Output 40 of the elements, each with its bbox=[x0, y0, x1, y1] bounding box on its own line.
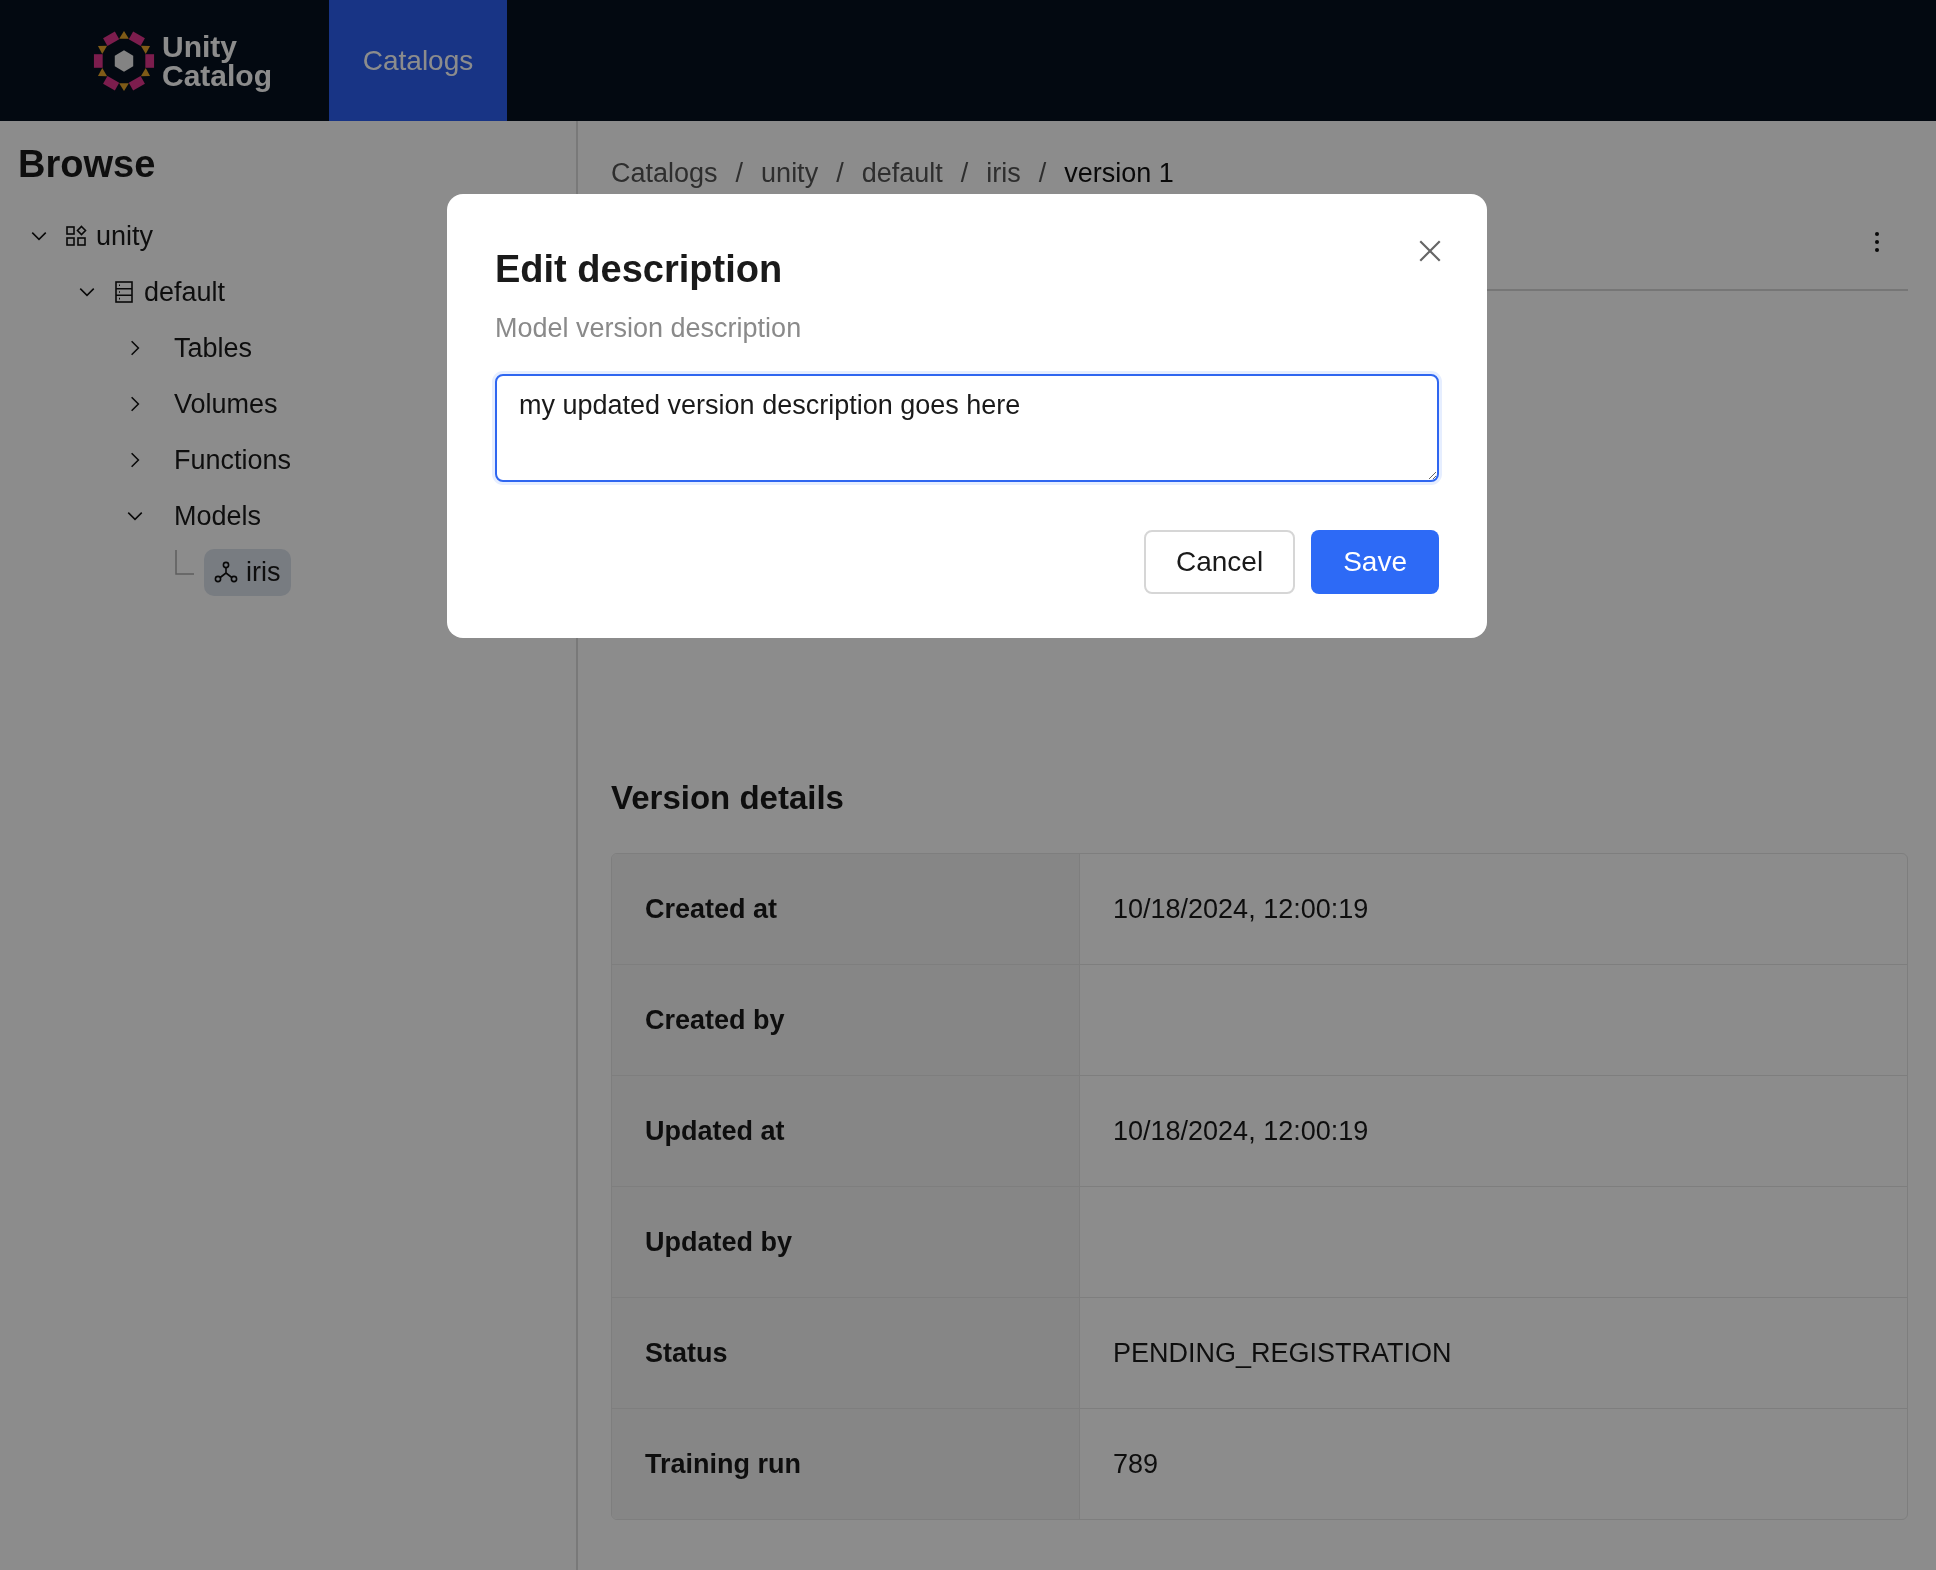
table-cell: Updated at bbox=[612, 1076, 1080, 1186]
nav-tab[interactable]: Catalogs bbox=[329, 0, 507, 121]
table-cell: Created at bbox=[612, 854, 1080, 964]
dialog-title: Edit description bbox=[495, 248, 783, 291]
logo-text: Unity Catalog bbox=[162, 31, 272, 90]
field-label: Model version description bbox=[495, 313, 803, 344]
breadcrumb-link[interactable]: unity bbox=[761, 158, 819, 189]
tree-item[interactable]: default bbox=[110, 272, 234, 312]
table-cell: Created by bbox=[612, 965, 1080, 1075]
cancel-button[interactable]: Cancel bbox=[1144, 530, 1296, 594]
breadcrumb-separator: / bbox=[735, 158, 744, 189]
breadcrumb-link[interactable]: Catalogs bbox=[611, 158, 718, 189]
more-icon[interactable] bbox=[1874, 231, 1880, 253]
tree-item[interactable]: Models bbox=[158, 496, 270, 536]
sidebar-title: Browse bbox=[18, 143, 157, 186]
description-field[interactable]: my updated version description goes here bbox=[495, 374, 1439, 482]
breadcrumb-separator: / bbox=[1038, 158, 1047, 189]
breadcrumb-link[interactable]: default bbox=[861, 158, 943, 189]
close-icon[interactable] bbox=[1417, 238, 1443, 264]
tree-item[interactable]: Tables bbox=[158, 328, 261, 368]
section-title: Version details bbox=[611, 779, 845, 817]
tree-item[interactable]: iris bbox=[204, 548, 291, 596]
table-cell-text: 789 bbox=[1112, 1447, 1159, 1481]
database-icon bbox=[112, 279, 136, 305]
breadcrumb-separator: / bbox=[836, 158, 844, 189]
table-cell-text: 10/18/2024, 12:00:19 bbox=[1112, 1114, 1369, 1148]
tree-item[interactable]: Functions bbox=[158, 440, 300, 480]
table-cell: Training run bbox=[612, 1409, 1080, 1519]
table-cell-text: PENDING_REGISTRATION bbox=[1112, 1336, 1452, 1370]
tree-item[interactable]: Volumes bbox=[158, 384, 286, 424]
table-cell: Updated by bbox=[612, 1187, 1080, 1297]
breadcrumb-separator: / bbox=[960, 158, 969, 189]
breadcrumb-link[interactable]: iris bbox=[986, 158, 1021, 189]
tree-item[interactable]: unity bbox=[62, 216, 162, 256]
grid-icon bbox=[64, 224, 88, 248]
table-cell: Status bbox=[612, 1298, 1080, 1408]
save-button[interactable]: Save bbox=[1311, 530, 1439, 594]
breadcrumb-current: version 1 bbox=[1064, 158, 1174, 189]
nodes-icon bbox=[214, 560, 238, 584]
table-cell-text: 10/18/2024, 12:00:19 bbox=[1112, 892, 1369, 926]
